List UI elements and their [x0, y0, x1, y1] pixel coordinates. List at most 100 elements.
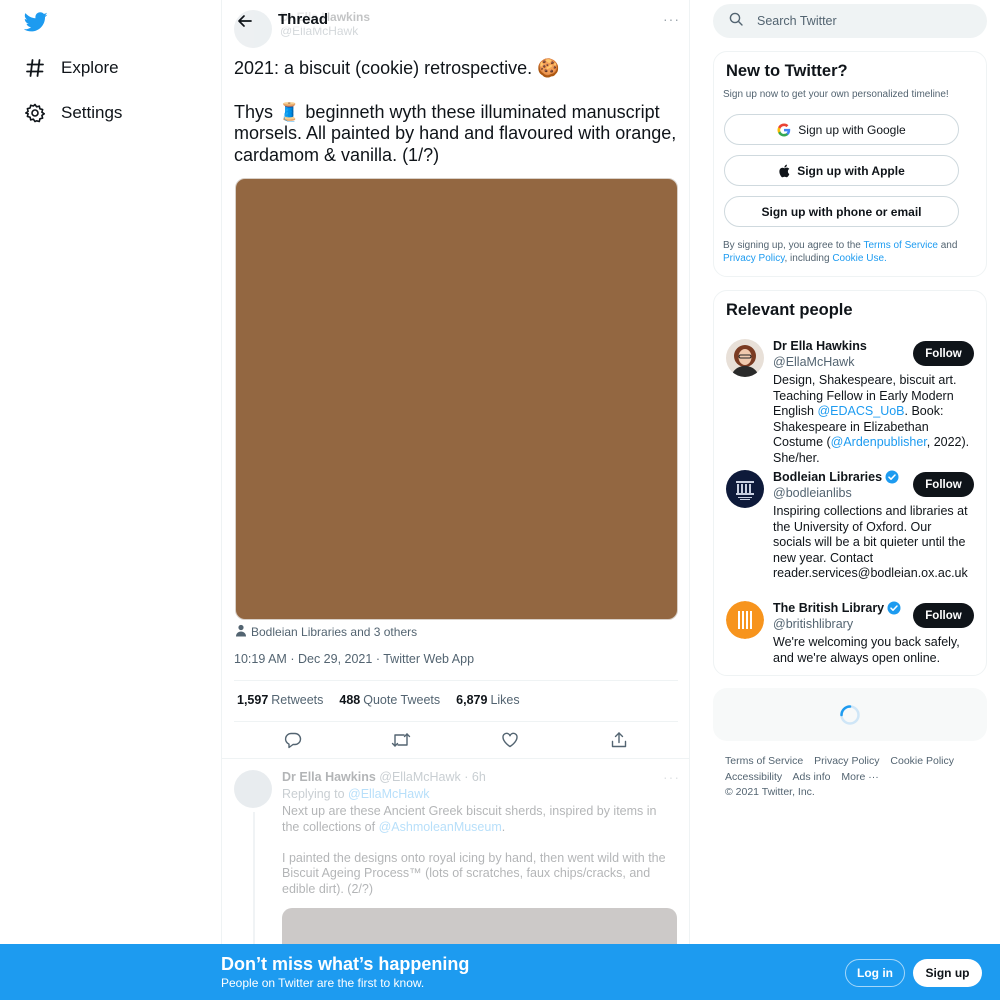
- footer-accessibility-link[interactable]: Accessibility: [725, 771, 782, 783]
- tweet-image[interactable]: [235, 178, 678, 620]
- reply-body-paragraph: I painted the designs onto royal icing b…: [282, 850, 666, 896]
- tweet-time[interactable]: 10:19 AM: [234, 652, 287, 666]
- privacy-link[interactable]: Privacy Policy: [723, 253, 785, 264]
- verified-badge-icon: [887, 601, 901, 615]
- share-icon: [611, 732, 627, 748]
- person-name[interactable]: Bodleian Libraries: [773, 470, 899, 484]
- reply-body: Next up are these Ancient Greek biscuit …: [282, 804, 677, 913]
- reply-author-handle[interactable]: @EllaMcHawk: [379, 770, 460, 784]
- replying-to: Replying to @EllaMcHawk: [282, 787, 430, 801]
- avatar: [234, 770, 272, 808]
- thread-header: Dr Ella Hawkins @EllaMcHawk Thread ···: [222, 0, 689, 48]
- nav-explore[interactable]: Explore: [24, 53, 119, 83]
- person-name[interactable]: Dr Ella Hawkins: [773, 339, 867, 353]
- signup-button[interactable]: Sign up: [913, 959, 982, 987]
- signup-phone-label: Sign up with phone or email: [761, 204, 922, 219]
- verified-badge-icon: [885, 470, 899, 484]
- arrow-left-icon: [238, 15, 252, 27]
- quote-tweets-stat[interactable]: 488 Quote Tweets: [339, 693, 440, 707]
- search-input[interactable]: [757, 14, 957, 28]
- signup-subtitle: Sign up now to get your own personalized…: [723, 89, 949, 100]
- tagged-users-label: Bodleian Libraries and 3 others: [251, 625, 418, 639]
- footer-links: Terms of Service Privacy Policy Cookie P…: [725, 754, 980, 801]
- apple-icon: [778, 164, 790, 178]
- tweet-stats: 1,597 Retweets 488 Quote Tweets 6,879 Likes: [237, 693, 536, 707]
- mention-link[interactable]: @Ardenpublisher: [831, 435, 927, 449]
- reply-more-options-icon[interactable]: ···: [663, 769, 680, 785]
- loading-panel: [713, 688, 987, 741]
- tweet-line-2: Thys 🧵 beginneth wyth these illuminated …: [234, 101, 677, 165]
- avatar[interactable]: [726, 339, 764, 377]
- copyright: © 2021 Twitter, Inc.: [725, 786, 815, 798]
- retweet-button[interactable]: [391, 730, 411, 750]
- more-options-icon[interactable]: ···: [663, 11, 680, 27]
- search-icon: [729, 12, 743, 31]
- tweet-actions: [222, 730, 689, 750]
- nav-settings-label: Settings: [61, 103, 123, 122]
- login-button[interactable]: Log in: [845, 959, 905, 987]
- signup-title: New to Twitter?: [726, 62, 848, 80]
- retweets-stat[interactable]: 1,597 Retweets: [237, 693, 323, 707]
- prompt-subtitle: People on Twitter are the first to know.: [221, 976, 425, 990]
- heart-icon: [502, 732, 518, 748]
- thread-column: Dr Ella Hawkins @EllaMcHawk Thread ··· 2…: [221, 0, 690, 1000]
- signup-google-button[interactable]: Sign up with Google: [724, 114, 959, 145]
- mention-link[interactable]: @EDACS_UoB: [817, 404, 904, 418]
- relevant-people-title: Relevant people: [726, 301, 853, 319]
- person-handle[interactable]: @EllaMcHawk: [773, 355, 854, 369]
- like-button[interactable]: [500, 730, 520, 750]
- person-handle[interactable]: @britishlibrary: [773, 617, 853, 631]
- signup-google-label: Sign up with Google: [798, 122, 906, 137]
- person-bio: We're welcoming you back safely, and we'…: [773, 635, 960, 665]
- google-icon: [777, 123, 791, 137]
- share-button[interactable]: [609, 730, 629, 750]
- signup-apple-label: Sign up with Apple: [797, 163, 905, 178]
- nav-explore-label: Explore: [61, 58, 119, 77]
- person-bio: Inspiring collections and libraries at t…: [773, 504, 968, 581]
- footer-ads-link[interactable]: Ads info: [793, 771, 831, 783]
- replying-to-handle[interactable]: @EllaMcHawk: [348, 787, 429, 801]
- terms-link[interactable]: Terms of Service: [863, 240, 937, 251]
- twitter-logo-icon[interactable]: [23, 10, 48, 34]
- tweet-date[interactable]: Dec 29, 2021: [298, 652, 372, 666]
- likes-stat[interactable]: 6,879 Likes: [456, 693, 519, 707]
- comment-icon: [284, 732, 302, 749]
- signup-phone-button[interactable]: Sign up with phone or email: [724, 196, 959, 227]
- tweet-meta: 10:19 AM · Dec 29, 2021 · Twitter Web Ap…: [234, 652, 475, 666]
- reply-time[interactable]: 6h: [472, 770, 486, 784]
- divider: [222, 758, 689, 759]
- person-icon: [235, 624, 247, 640]
- reply-button[interactable]: [283, 730, 303, 750]
- gear-icon: [24, 102, 46, 124]
- left-navigation: Explore Settings: [0, 0, 221, 1000]
- signup-panel: New to Twitter? Sign up now to get your …: [713, 51, 987, 277]
- footer-more-link[interactable]: More ···: [841, 771, 878, 783]
- hashtag-icon: [24, 57, 46, 79]
- person-name[interactable]: The British Library: [773, 601, 901, 615]
- footer-privacy-link[interactable]: Privacy Policy: [814, 755, 879, 767]
- person-handle[interactable]: @bodleianlibs: [773, 486, 852, 500]
- footer-cookie-link[interactable]: Cookie Policy: [890, 755, 954, 767]
- follow-button[interactable]: Follow: [913, 603, 974, 628]
- search-bar[interactable]: [713, 4, 987, 38]
- relevant-people-panel: Relevant people Dr Ella Hawkins @EllaMcH…: [713, 290, 987, 676]
- reply-author-name[interactable]: Dr Ella Hawkins: [282, 770, 376, 784]
- loading-spinner-icon: [840, 704, 860, 725]
- avatar[interactable]: [726, 470, 764, 508]
- follow-button[interactable]: Follow: [913, 341, 974, 366]
- cookie-link[interactable]: Cookie Use.: [832, 253, 886, 264]
- back-button[interactable]: [234, 10, 256, 32]
- reply-header: Dr Ella Hawkins @EllaMcHawk · 6h: [282, 770, 486, 784]
- signup-legal-text: By signing up, you agree to the Terms of…: [723, 240, 958, 264]
- person-bio: Design, Shakespeare, biscuit art. Teachi…: [773, 373, 970, 465]
- avatar[interactable]: [726, 601, 764, 639]
- mention-link[interactable]: @AshmoleanMuseum: [379, 820, 502, 834]
- follow-button[interactable]: Follow: [913, 472, 974, 497]
- nav-settings[interactable]: Settings: [24, 98, 122, 128]
- signup-prompt-bar: Don’t miss what’s happening People on Tw…: [0, 944, 1000, 1000]
- footer-terms-link[interactable]: Terms of Service: [725, 755, 803, 767]
- tagged-users[interactable]: Bodleian Libraries and 3 others: [235, 624, 417, 640]
- tweet-source[interactable]: Twitter Web App: [383, 652, 474, 666]
- divider: [234, 721, 678, 722]
- signup-apple-button[interactable]: Sign up with Apple: [724, 155, 959, 186]
